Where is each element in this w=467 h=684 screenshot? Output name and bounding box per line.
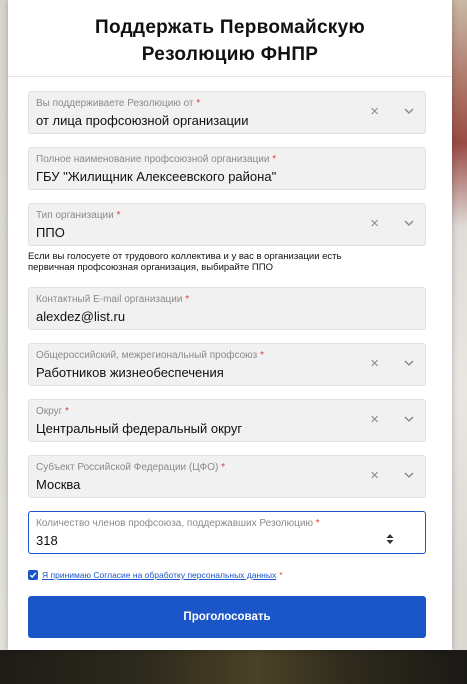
support-from-select[interactable]: Вы поддерживаете Резолюцию от * от лица … (28, 91, 426, 134)
support-from-value: от лица профсоюзной организации (36, 113, 249, 128)
org-type-select[interactable]: Тип организации * ППО × (28, 203, 426, 246)
chevron-down-icon[interactable] (403, 414, 415, 424)
email-value: alexdez@list.ru (36, 309, 126, 324)
email-label: Контактный E-mail организации * (36, 294, 190, 305)
hint-line2: первичная профсоюзная организация, выбир… (28, 262, 273, 273)
close-icon[interactable]: × (370, 216, 379, 231)
close-icon[interactable]: × (370, 356, 379, 371)
form-title: Поддержать Первомайскую Резолюцию ФНПР (8, 14, 452, 68)
consent-checkbox[interactable] (28, 570, 38, 580)
members-count-label: Количество членов профсоюза, поддержавши… (36, 518, 320, 529)
background-right (452, 0, 467, 650)
consent-required-mark: * (279, 570, 283, 580)
district-value: Центральный федеральный округ (36, 421, 243, 436)
vote-button[interactable]: Проголосовать (28, 596, 426, 638)
org-name-value: ГБУ "Жилищник Алексеевского района" (36, 169, 277, 184)
members-count-value: 318 (36, 533, 58, 548)
number-stepper-icon[interactable] (385, 532, 395, 546)
form-title-line1: Поддержать Первомайскую (94, 17, 366, 38)
form-title-line2: Резолюцию ФНПР (141, 44, 319, 65)
support-from-label: Вы поддерживаете Резолюцию от * (36, 98, 201, 109)
org-name-label: Полное наименование профсоюзной организа… (36, 154, 277, 165)
title-divider (8, 76, 452, 77)
vote-form-card: Поддержать Первомайскую Резолюцию ФНПР В… (8, 0, 452, 650)
consent-row: Я принимаю Согласие на обработку персона… (28, 568, 283, 582)
close-icon[interactable]: × (370, 412, 379, 427)
chevron-down-icon[interactable] (403, 358, 415, 368)
chevron-down-icon[interactable] (403, 106, 415, 116)
consent-link[interactable]: Я принимаю Согласие на обработку персона… (42, 570, 276, 580)
org-type-hint: Если вы голосуете от трудового коллектив… (28, 251, 428, 273)
members-count-field[interactable]: Количество членов профсоюза, поддержавши… (28, 511, 426, 554)
email-field[interactable]: Контактный E-mail организации * alexdez@… (28, 287, 426, 330)
close-icon[interactable]: × (370, 104, 379, 119)
chevron-down-icon[interactable] (403, 470, 415, 480)
org-type-label: Тип организации * (36, 210, 121, 221)
chevron-down-icon[interactable] (403, 218, 415, 228)
background-left (0, 0, 8, 650)
district-label: Округ * (36, 406, 69, 417)
background-bottom (0, 650, 467, 684)
union-select[interactable]: Общероссийский, межрегиональный профсоюз… (28, 343, 426, 386)
union-value: Работников жизнеобеспечения (36, 365, 224, 380)
checkmark-icon (29, 572, 37, 579)
union-label: Общероссийский, межрегиональный профсоюз… (36, 350, 264, 361)
hint-line1: Если вы голосуете от трудового коллектив… (28, 251, 342, 262)
org-type-value: ППО (36, 225, 65, 240)
close-icon[interactable]: × (370, 468, 379, 483)
region-label: Субъект Российской Федерации (ЦФО) * (36, 462, 226, 473)
org-name-field[interactable]: Полное наименование профсоюзной организа… (28, 147, 426, 190)
region-value: Москва (36, 477, 81, 492)
region-select[interactable]: Субъект Российской Федерации (ЦФО) * Мос… (28, 455, 426, 498)
district-select[interactable]: Округ * Центральный федеральный округ × (28, 399, 426, 442)
